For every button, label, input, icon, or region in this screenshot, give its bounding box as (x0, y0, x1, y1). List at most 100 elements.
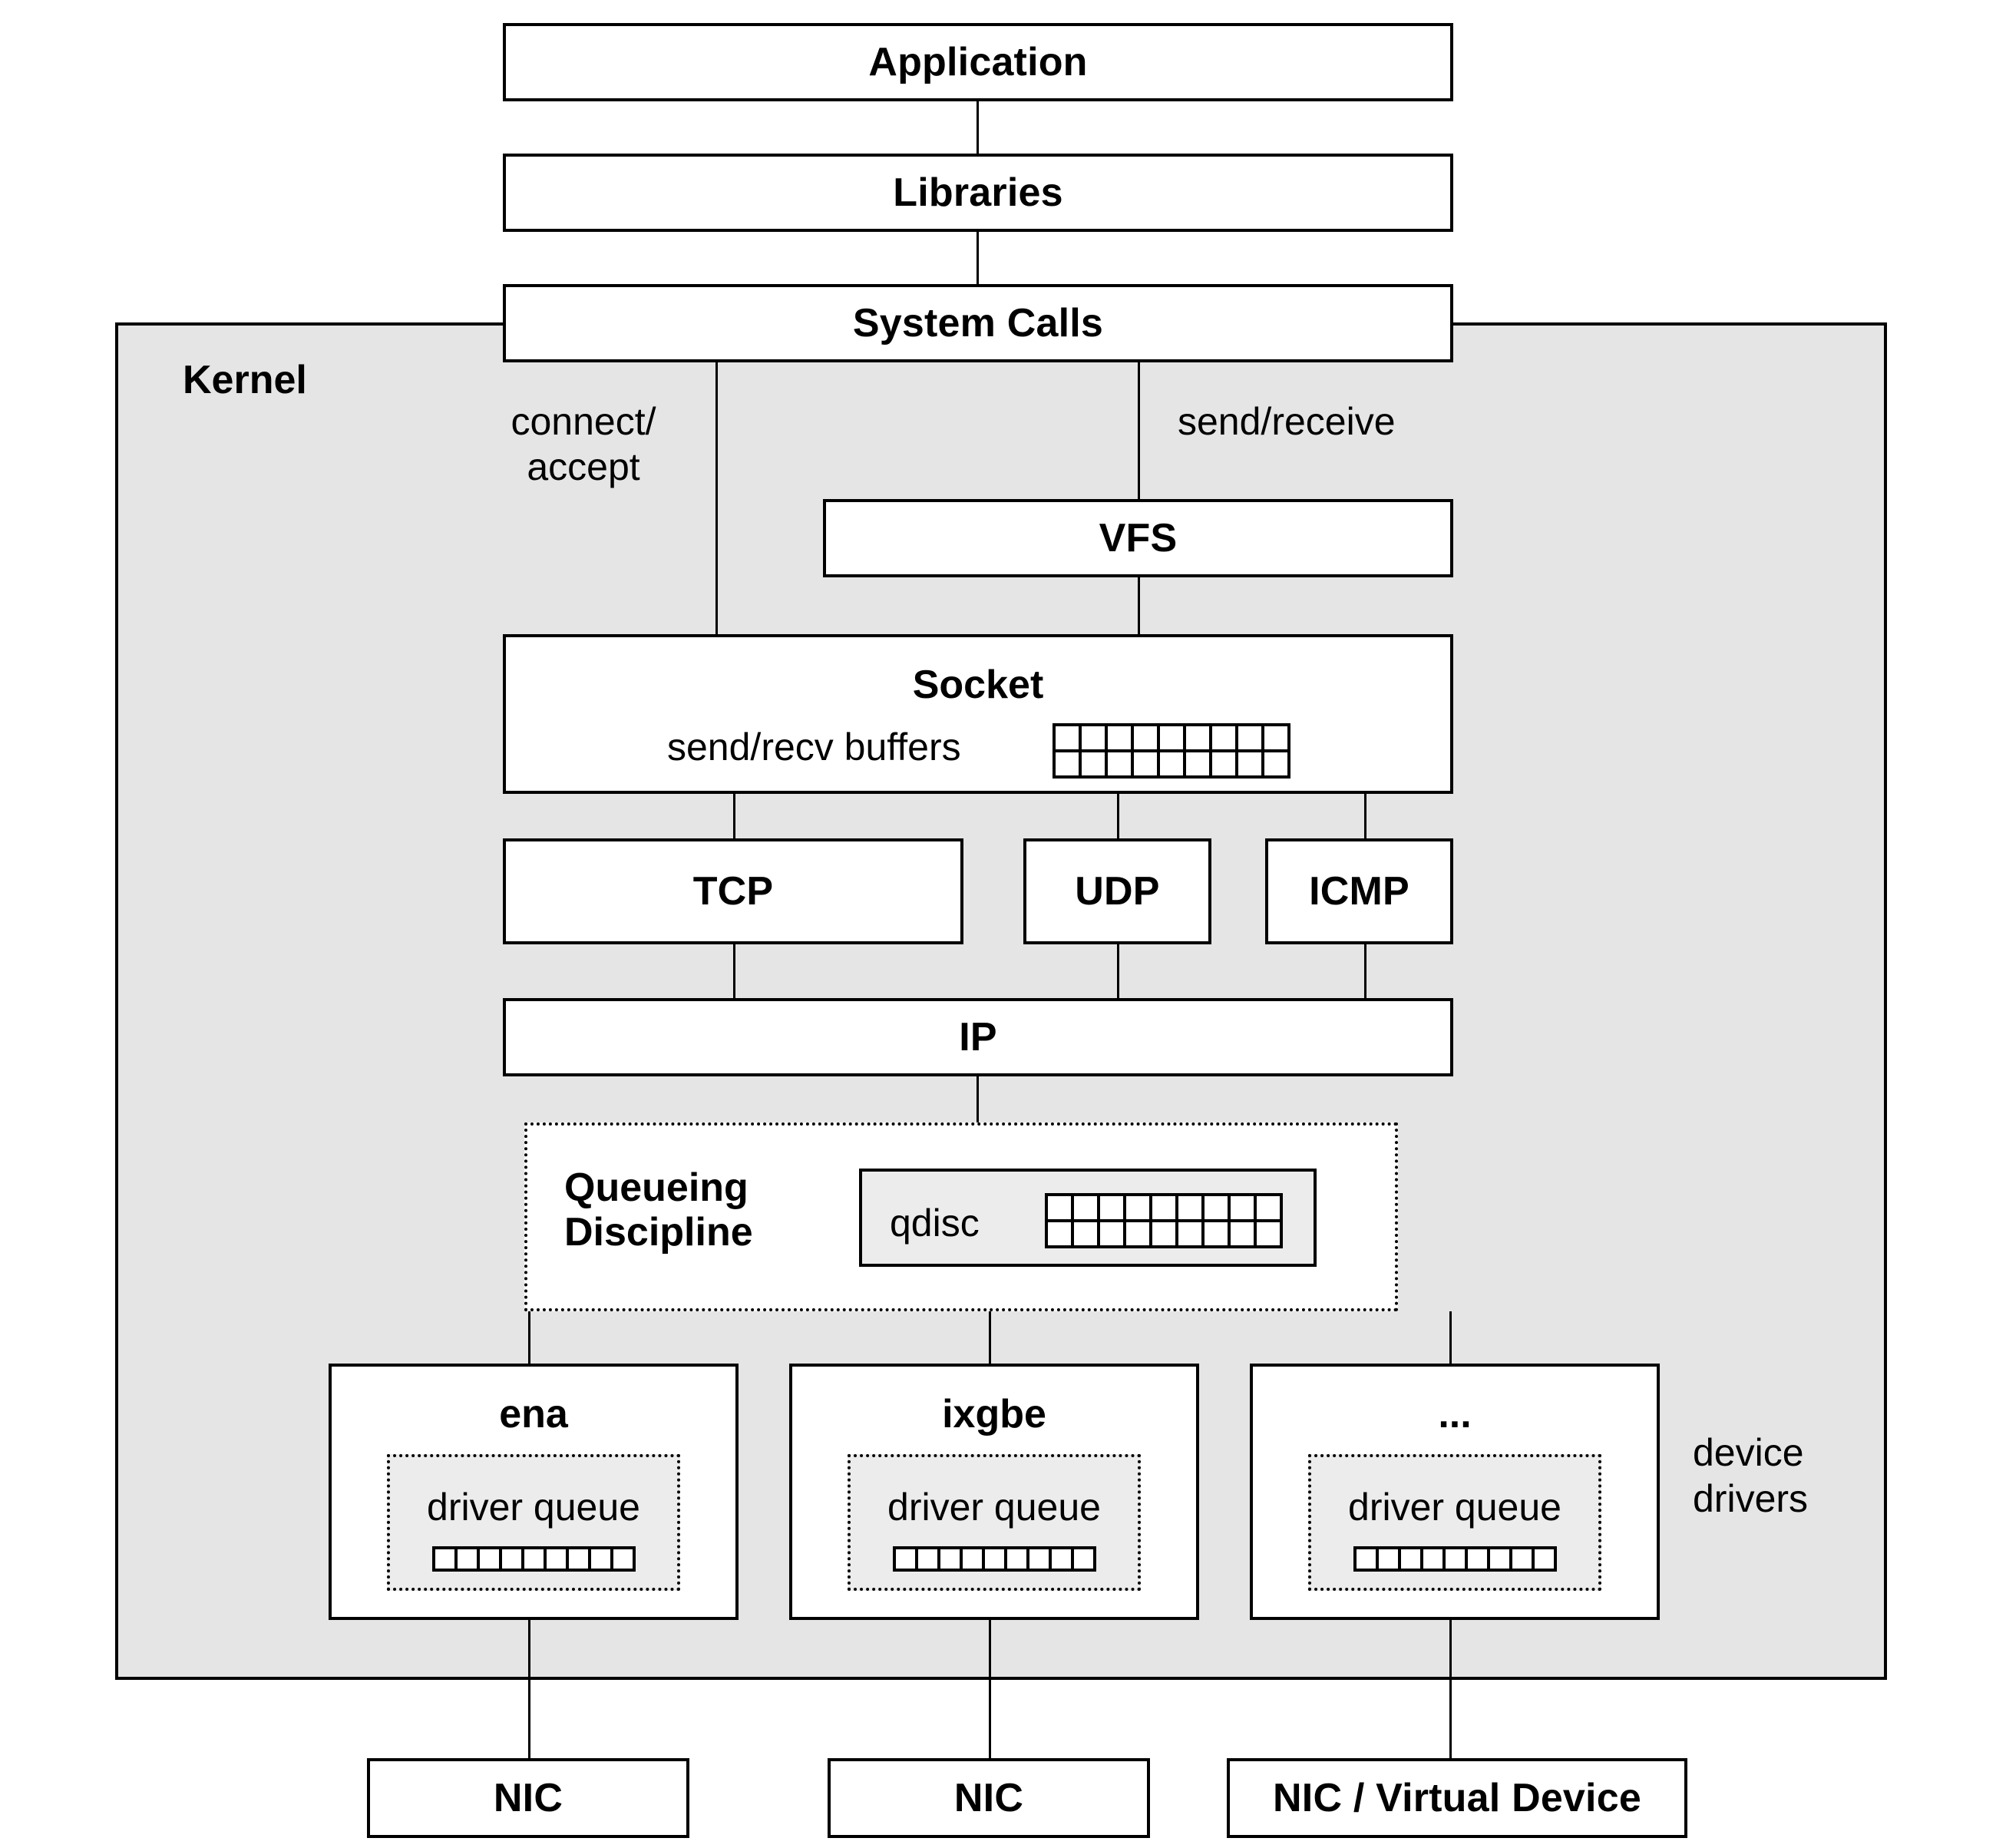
tcp-label: TCP (692, 868, 774, 914)
kernel-label: Kernel (183, 358, 307, 402)
queue-cell (1212, 752, 1238, 779)
socket-title: Socket (912, 663, 1044, 707)
edge-socket-udp (1117, 794, 1119, 838)
queue-cell (1178, 1196, 1205, 1222)
nic-label-3: NIC / Virtual Device (1273, 1775, 1641, 1820)
connect-accept-annotation: connect/ accept (511, 400, 656, 488)
libraries-box[interactable]: Libraries (503, 154, 1453, 232)
queue-cell (1126, 1222, 1152, 1248)
queue-cell (1100, 1196, 1126, 1222)
queue-cell (1048, 1196, 1074, 1222)
queue-cell (1401, 1549, 1423, 1572)
queue-cell (985, 1549, 1007, 1572)
qdisc-container: qdisc (859, 1169, 1317, 1267)
queue-cell (569, 1549, 591, 1572)
queue-cell (1264, 752, 1290, 779)
queue-cell (896, 1549, 918, 1572)
queue-cell (1238, 752, 1264, 779)
driver-box-ixgbe[interactable]: ixgbe driver queue (789, 1364, 1199, 1620)
queue-cell (480, 1549, 502, 1572)
queue-cell (613, 1549, 636, 1572)
queue-cell (1074, 1222, 1100, 1248)
ip-box[interactable]: IP (503, 998, 1453, 1076)
icmp-box[interactable]: ICMP (1265, 838, 1453, 944)
driver-queue-label-ixgbe: driver queue (887, 1486, 1101, 1529)
driver-name-ena: ena (499, 1392, 568, 1436)
queue-cell (1007, 1549, 1029, 1572)
queue-cell (547, 1549, 569, 1572)
queue-cell (1231, 1196, 1257, 1222)
queueing-discipline-box[interactable]: Queueing Discipline qdisc (524, 1122, 1398, 1311)
nic-label-2: NIC (953, 1775, 1024, 1820)
application-box[interactable]: Application (503, 23, 1453, 101)
application-label: Application (868, 39, 1088, 84)
system-calls-box[interactable]: System Calls (503, 284, 1453, 362)
queue-cell (1205, 1196, 1231, 1222)
driver-queue-box-other: driver queue (1308, 1454, 1601, 1591)
driver-queue-label-other: driver queue (1348, 1486, 1561, 1529)
queue-cell (963, 1549, 985, 1572)
queue-cell (524, 1549, 547, 1572)
queueing-discipline-title: Queueing Discipline (564, 1165, 753, 1255)
queue-cell (1257, 1196, 1283, 1222)
queue-cell (1178, 1222, 1205, 1248)
queue-cell (1357, 1549, 1379, 1572)
driver-box-other[interactable]: ... driver queue (1250, 1364, 1660, 1620)
queue-cell (1446, 1549, 1468, 1572)
queue-cell (458, 1549, 480, 1572)
nic-box-3[interactable]: NIC / Virtual Device (1227, 1758, 1687, 1838)
queue-cell (1052, 1549, 1074, 1572)
driver-box-ena[interactable]: ena driver queue (329, 1364, 739, 1620)
queue-cell (1056, 726, 1082, 752)
queue-cell (1535, 1549, 1557, 1572)
nic-box-2[interactable]: NIC (828, 1758, 1150, 1838)
queue-cell (1082, 726, 1108, 752)
queue-cell (1238, 726, 1264, 752)
vfs-label: VFS (1099, 515, 1178, 560)
tcp-box[interactable]: TCP (503, 838, 963, 944)
queue-cell (1468, 1549, 1490, 1572)
queue-cell (1134, 752, 1160, 779)
edge-socket-tcp (733, 794, 735, 838)
queue-cell (1074, 1196, 1100, 1222)
edge-syscalls-socket-connect (715, 361, 718, 634)
queue-cell (1186, 726, 1212, 752)
qdisc-label: qdisc (890, 1202, 980, 1245)
queue-cell (1100, 1222, 1126, 1248)
queue-cell (1108, 726, 1134, 752)
udp-label: UDP (1075, 868, 1160, 914)
ip-label: IP (959, 1014, 997, 1060)
queue-cell (1082, 752, 1108, 779)
socket-box[interactable]: Socket send/recv buffers (503, 634, 1453, 794)
edge-qdisc-ixgbe (989, 1311, 991, 1364)
send-receive-annotation: send/receive (1178, 400, 1396, 443)
queue-cell (1126, 1196, 1152, 1222)
system-calls-label: System Calls (852, 300, 1104, 345)
edge-libraries-syscalls (977, 232, 979, 284)
driver-queue-cells-other (1353, 1546, 1557, 1572)
socket-buffer-grid (1053, 723, 1290, 779)
queue-cell (1212, 726, 1238, 752)
queue-cell (1074, 1549, 1096, 1572)
nic-box-1[interactable]: NIC (367, 1758, 689, 1838)
queue-cell (1423, 1549, 1446, 1572)
queue-cell (1379, 1549, 1401, 1572)
icmp-label: ICMP (1309, 868, 1409, 914)
queue-cell (1186, 752, 1212, 779)
driver-name-ixgbe: ixgbe (942, 1392, 1046, 1436)
edge-ip-qdisc (977, 1076, 979, 1122)
queue-cell (1048, 1222, 1074, 1248)
edge-ena-nic (528, 1620, 530, 1758)
udp-box[interactable]: UDP (1023, 838, 1211, 944)
queue-cell (1160, 752, 1186, 779)
queue-cell (918, 1549, 940, 1572)
queue-cell (1108, 752, 1134, 779)
edge-qdisc-other (1449, 1311, 1452, 1364)
vfs-box[interactable]: VFS (823, 499, 1453, 577)
driver-queue-cells-ixgbe (893, 1546, 1096, 1572)
driver-queue-cells-ena (432, 1546, 636, 1572)
queue-cell (1512, 1549, 1535, 1572)
queue-cell (1257, 1222, 1283, 1248)
libraries-label: Libraries (893, 170, 1063, 215)
edge-vfs-socket (1138, 577, 1140, 634)
